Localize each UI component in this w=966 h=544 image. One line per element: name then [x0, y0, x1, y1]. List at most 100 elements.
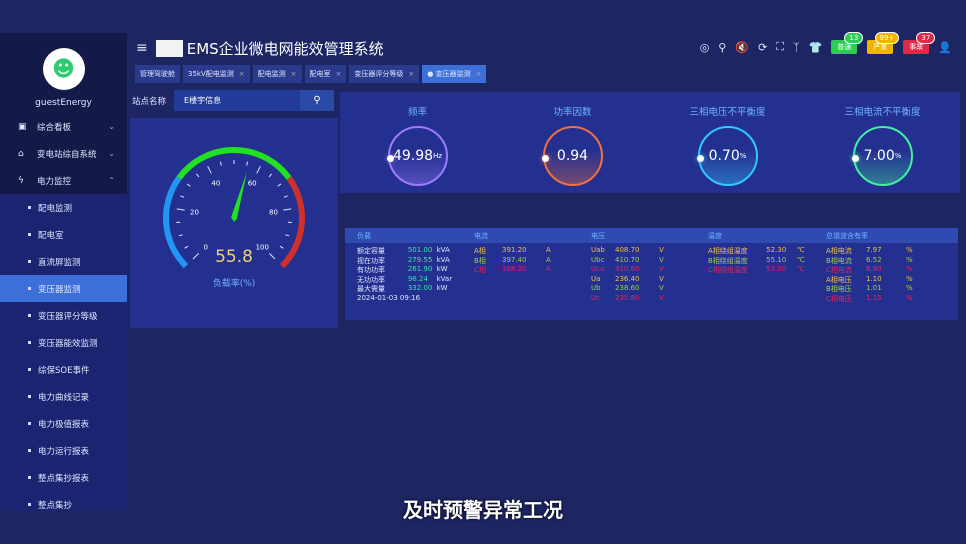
close-icon[interactable]: ×: [476, 70, 482, 78]
cell-label: Uab: [591, 246, 605, 254]
sidebar-item[interactable]: 变压器评分等级: [0, 302, 127, 329]
table-row: B相 397.40 A: [474, 256, 579, 266]
mute-icon[interactable]: 🔇: [735, 41, 749, 54]
user-panel: ☻ guestEnergy: [0, 33, 127, 113]
table-column: Uab 408.70 V Ubc 410.70 V Uca 410.60 V Ua 236.40 V U…: [579, 246, 696, 303]
tab[interactable]: ● 变压器监测 ×: [422, 65, 487, 83]
cell-value: 501.00: [407, 246, 433, 254]
theme-icon[interactable]: 👕: [809, 41, 823, 54]
help-icon[interactable]: ◎: [700, 41, 710, 54]
sidebar-group-0[interactable]: ▣ 综合看板 ⌄: [0, 113, 127, 140]
cell-unit: %: [906, 293, 913, 302]
sidebar-item[interactable]: 配电室: [0, 221, 127, 248]
cell-label: Ub: [591, 284, 601, 292]
metric-unit: %: [739, 152, 747, 160]
cell-label: Ubc: [591, 255, 605, 264]
cell-value: 6.52: [866, 255, 882, 264]
table-row: 最大需量 332.00 kW: [357, 284, 462, 294]
transformer-data-table: 负载 电流 电压 温度 总谐波含有率 额定容量 501.00 kVA 视在功率 279.55 kV…: [345, 228, 958, 320]
sidebar-group-2[interactable]: ϟ 电力监控 ⌃: [0, 167, 127, 194]
cell-unit: kVA: [436, 255, 450, 264]
sidebar-item[interactable]: 电力运行报表: [0, 437, 127, 464]
fullscreen-icon[interactable]: ⛶: [776, 40, 784, 54]
close-icon[interactable]: ×: [239, 70, 245, 78]
cell-unit: ℃: [796, 255, 805, 264]
close-icon[interactable]: ×: [291, 70, 297, 78]
username: guestEnergy: [35, 98, 92, 108]
sidebar-item[interactable]: 电力极值报表: [0, 410, 127, 437]
logo: [155, 39, 183, 57]
cell-label: A相电流: [826, 247, 852, 255]
cell-value: 388.20: [502, 265, 527, 273]
cell-unit: kVar: [436, 274, 453, 283]
station-input[interactable]: [174, 90, 301, 111]
table-header: 电流: [474, 231, 488, 240]
cell-unit: [441, 294, 462, 304]
sidebar-item[interactable]: 直流屏监测: [0, 248, 127, 275]
station-search: 站点名称 ⚲: [132, 90, 335, 111]
gauge-tick: [192, 253, 199, 260]
alarm-badge[interactable]: 严重 99+: [867, 32, 900, 54]
gauge-tick: [285, 234, 290, 237]
refresh-icon[interactable]: ⟳: [758, 41, 767, 54]
gauge-tick: [279, 245, 284, 249]
close-icon[interactable]: ×: [408, 70, 414, 78]
cell-value: 96.24: [407, 274, 428, 283]
cell-unit: V: [659, 293, 664, 302]
gauge-tick: [184, 245, 189, 249]
sidebar-item[interactable]: 变压器监测: [0, 275, 127, 302]
cell-label: B相电压: [826, 285, 852, 293]
cell-unit: %: [906, 274, 913, 283]
alarm-label: 严重: [873, 43, 888, 51]
tab[interactable]: 配电监测 ×: [252, 65, 302, 83]
alarm-badge[interactable]: 普通 13: [831, 32, 864, 54]
close-icon[interactable]: ×: [336, 70, 342, 78]
cell-unit: A: [546, 265, 551, 273]
sidebar-item[interactable]: 配电监测: [0, 194, 127, 221]
table-header: 温度: [708, 231, 722, 240]
table-row: C相 388.20 A: [474, 265, 579, 275]
tab[interactable]: 管理驾驶舱: [135, 65, 180, 83]
cell-unit: V: [659, 255, 664, 264]
gauge-tick: [268, 173, 273, 178]
cell-value: 235.80: [615, 293, 640, 302]
tab[interactable]: 变压器评分等级 ×: [349, 65, 420, 83]
gauge-value: 55.8: [215, 247, 253, 267]
sidebar-item-label: 整点集抄报表: [38, 473, 90, 484]
table-header: 电压: [591, 231, 605, 240]
avatar[interactable]: ☻: [42, 48, 85, 90]
tab[interactable]: 配电室 ×: [304, 65, 347, 83]
sidebar-item[interactable]: 整点集抄报表: [0, 464, 127, 491]
sidebar-item[interactable]: 电力曲线记录: [0, 383, 127, 410]
sidebar-group-1[interactable]: ⌂ 变电站综自系统 ⌄: [0, 140, 127, 167]
station-label: 站点名称: [132, 96, 167, 107]
table-row: A相电流 7.97%: [826, 246, 934, 256]
gauge-tick: [195, 173, 200, 178]
cell-unit: kW: [436, 265, 448, 273]
cell-unit: ℃: [796, 265, 805, 273]
table-row: Uc 235.80 V: [591, 294, 696, 304]
search-button[interactable]: ⚲: [300, 90, 335, 111]
gauge-tick: [207, 166, 212, 174]
metric-ring: 频率 49.98 Hz: [358, 92, 478, 193]
table-row: A相 391.20 A: [474, 246, 579, 256]
alarm-badge[interactable]: 事故 37: [903, 32, 936, 54]
table-row: B相电压 1.01%: [826, 284, 934, 294]
sidebar-item[interactable]: 变压器能效监测: [0, 329, 127, 356]
metric-title: 频率: [407, 107, 427, 118]
search-icon[interactable]: ⚲: [718, 41, 726, 54]
translate-icon[interactable]: ᛉ: [793, 41, 800, 54]
user-icon[interactable]: 👤: [938, 41, 952, 54]
cell-label: 视在功率: [357, 256, 385, 265]
metric-title: 功率因数: [553, 107, 592, 118]
cell-unit: %: [906, 255, 913, 264]
cell-label: 额定容量: [357, 247, 385, 255]
table-row: C相电流 6.90%: [826, 265, 934, 275]
cell-value: 6.90: [866, 265, 882, 273]
lightning-icon: ϟ: [18, 175, 24, 186]
sidebar: ☻ guestEnergy ▣ 综合看板 ⌄ ⌂ 变电站综自系统 ⌄ ϟ 电力监控 ⌃ 配电监测配…: [0, 33, 127, 511]
sidebar-item[interactable]: 综保SOE事件: [0, 356, 127, 383]
tab[interactable]: 35kV配电监测 ×: [183, 65, 250, 83]
table-row: Ub 238.60 V: [591, 284, 696, 294]
menu-toggle-icon[interactable]: ≡: [136, 40, 148, 56]
